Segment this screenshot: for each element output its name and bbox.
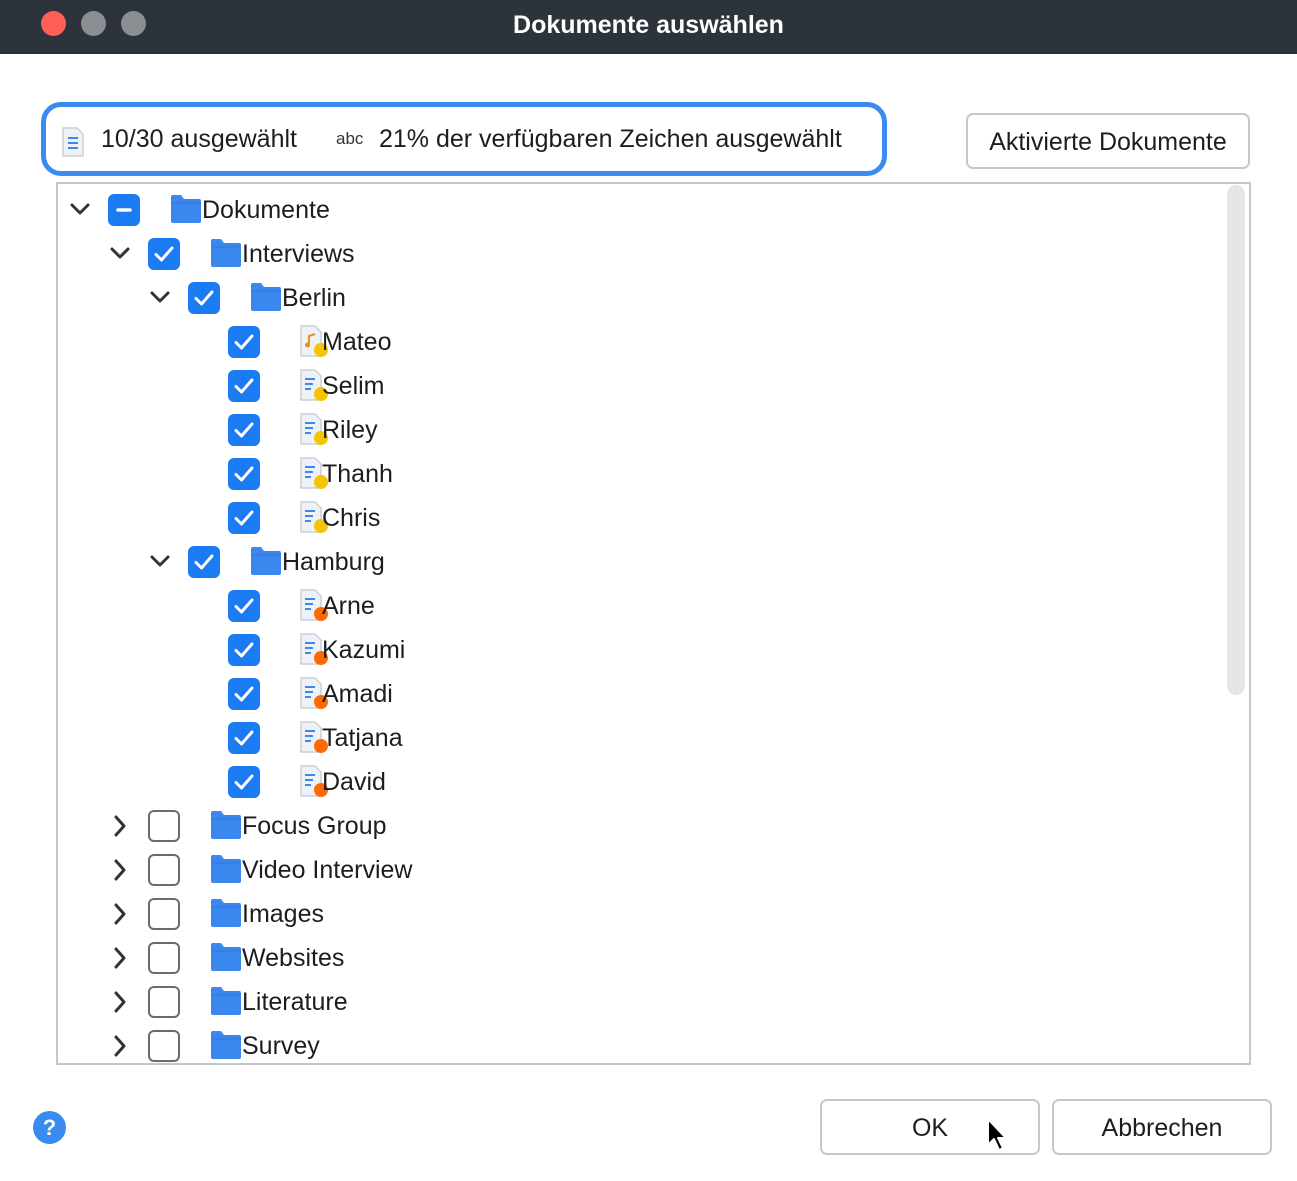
tree-checkbox[interactable] [228, 502, 260, 534]
tree-row[interactable]: Dokumente [58, 188, 1218, 232]
tree-row-label: Arne [322, 592, 375, 620]
folder-icon [210, 898, 242, 935]
tree-row-label: Hamburg [282, 548, 385, 576]
tree-checkbox[interactable] [148, 898, 180, 930]
tree-checkbox[interactable] [148, 238, 180, 270]
selected-count: 10/30 ausgewählt [101, 125, 297, 153]
document-icon [62, 127, 84, 157]
chevron-down-icon[interactable] [68, 188, 92, 232]
tree-row[interactable]: Focus Group [58, 804, 1218, 848]
tree-row[interactable]: Amadi [58, 672, 1218, 716]
tree-row-label: Mateo [322, 328, 392, 356]
tree-row-label: Chris [322, 504, 381, 532]
tree-checkbox[interactable] [228, 326, 260, 358]
tree-checkbox[interactable] [228, 370, 260, 402]
tree-scrollbar[interactable] [1227, 185, 1245, 695]
tree-row[interactable]: Tatjana [58, 716, 1218, 760]
folder-icon [250, 282, 282, 319]
tree-row-label: Websites [242, 944, 345, 972]
tree-row[interactable]: Interviews [58, 232, 1218, 276]
tree-row[interactable]: Websites [58, 936, 1218, 980]
tree-row-label: David [322, 768, 386, 796]
tree-row-label: Amadi [322, 680, 393, 708]
tree-row[interactable]: Berlin [58, 276, 1218, 320]
folder-icon [210, 942, 242, 979]
tree-checkbox[interactable] [228, 678, 260, 710]
window-title: Dokumente auswählen [513, 11, 784, 39]
chevron-down-icon[interactable] [148, 540, 172, 584]
help-icon[interactable]: ? [33, 1111, 66, 1144]
tree-checkbox[interactable] [228, 590, 260, 622]
tree-checkbox[interactable] [188, 546, 220, 578]
folder-icon [250, 546, 282, 583]
tree-checkbox[interactable] [228, 414, 260, 446]
chevron-right-icon[interactable] [108, 804, 132, 848]
chevron-down-icon[interactable] [108, 232, 132, 276]
tree-row-label: Video Interview [242, 856, 413, 884]
tree-checkbox[interactable] [148, 986, 180, 1018]
chevron-right-icon[interactable] [108, 848, 132, 892]
title-bar: Dokumente auswählen [0, 0, 1297, 54]
activated-documents-button[interactable]: Aktivierte Dokumente [966, 113, 1250, 169]
tree-row[interactable]: Chris [58, 496, 1218, 540]
chevron-right-icon[interactable] [108, 892, 132, 936]
tree-row-label: Thanh [322, 460, 393, 488]
folder-icon [210, 1030, 242, 1063]
folder-icon [210, 238, 242, 275]
tree-row[interactable]: Images [58, 892, 1218, 936]
cancel-button[interactable]: Abbrechen [1052, 1099, 1272, 1155]
folder-icon [210, 986, 242, 1023]
tree-checkbox[interactable] [228, 766, 260, 798]
selection-summary: 10/30 ausgewählt abc 21% der verfügbaren… [41, 102, 887, 176]
tree-row[interactable]: Mateo [58, 320, 1218, 364]
tree-row-label: Literature [242, 988, 348, 1016]
tree-row[interactable]: Arne [58, 584, 1218, 628]
tree-row-label: Dokumente [202, 196, 330, 224]
tree-checkbox[interactable] [228, 722, 260, 754]
chevron-right-icon[interactable] [108, 1024, 132, 1063]
selected-characters: 21% der verfügbaren Zeichen ausgewählt [379, 125, 842, 153]
tree-row-label: Survey [242, 1032, 320, 1060]
tree-row[interactable]: Kazumi [58, 628, 1218, 672]
tree-row[interactable]: Riley [58, 408, 1218, 452]
chevron-right-icon[interactable] [108, 936, 132, 980]
tree-row-label: Interviews [242, 240, 355, 268]
tree-row[interactable]: Survey [58, 1024, 1218, 1063]
tree-row[interactable]: Hamburg [58, 540, 1218, 584]
tree-row-label: Riley [322, 416, 378, 444]
tree-checkbox[interactable] [188, 282, 220, 314]
tree-checkbox[interactable] [148, 854, 180, 886]
chevron-right-icon[interactable] [108, 980, 132, 1024]
tree-row-label: Images [242, 900, 324, 928]
tree-row[interactable]: Thanh [58, 452, 1218, 496]
tree-row-label: Berlin [282, 284, 346, 312]
tree-checkbox[interactable] [148, 810, 180, 842]
tree-row-label: Focus Group [242, 812, 387, 840]
tree-row-label: Selim [322, 372, 385, 400]
tree-checkbox[interactable] [148, 942, 180, 974]
tree-checkbox[interactable] [228, 634, 260, 666]
tree-row[interactable]: David [58, 760, 1218, 804]
tree-checkbox[interactable] [108, 194, 140, 226]
folder-icon [170, 194, 202, 231]
tree-checkbox[interactable] [228, 458, 260, 490]
tree-checkbox[interactable] [148, 1030, 180, 1062]
folder-icon [210, 810, 242, 847]
tree-row[interactable]: Selim [58, 364, 1218, 408]
tree-row-label: Tatjana [322, 724, 403, 752]
folder-icon [210, 854, 242, 891]
mouse-pointer-icon [987, 1118, 1007, 1151]
document-tree[interactable]: Dokumente Interviews Berlin Mateo Selim Riley… [56, 182, 1251, 1065]
characters-icon: abc [336, 129, 364, 148]
chevron-down-icon[interactable] [148, 276, 172, 320]
tree-row[interactable]: Literature [58, 980, 1218, 1024]
tree-row[interactable]: Video Interview [58, 848, 1218, 892]
tree-row-label: Kazumi [322, 636, 406, 664]
